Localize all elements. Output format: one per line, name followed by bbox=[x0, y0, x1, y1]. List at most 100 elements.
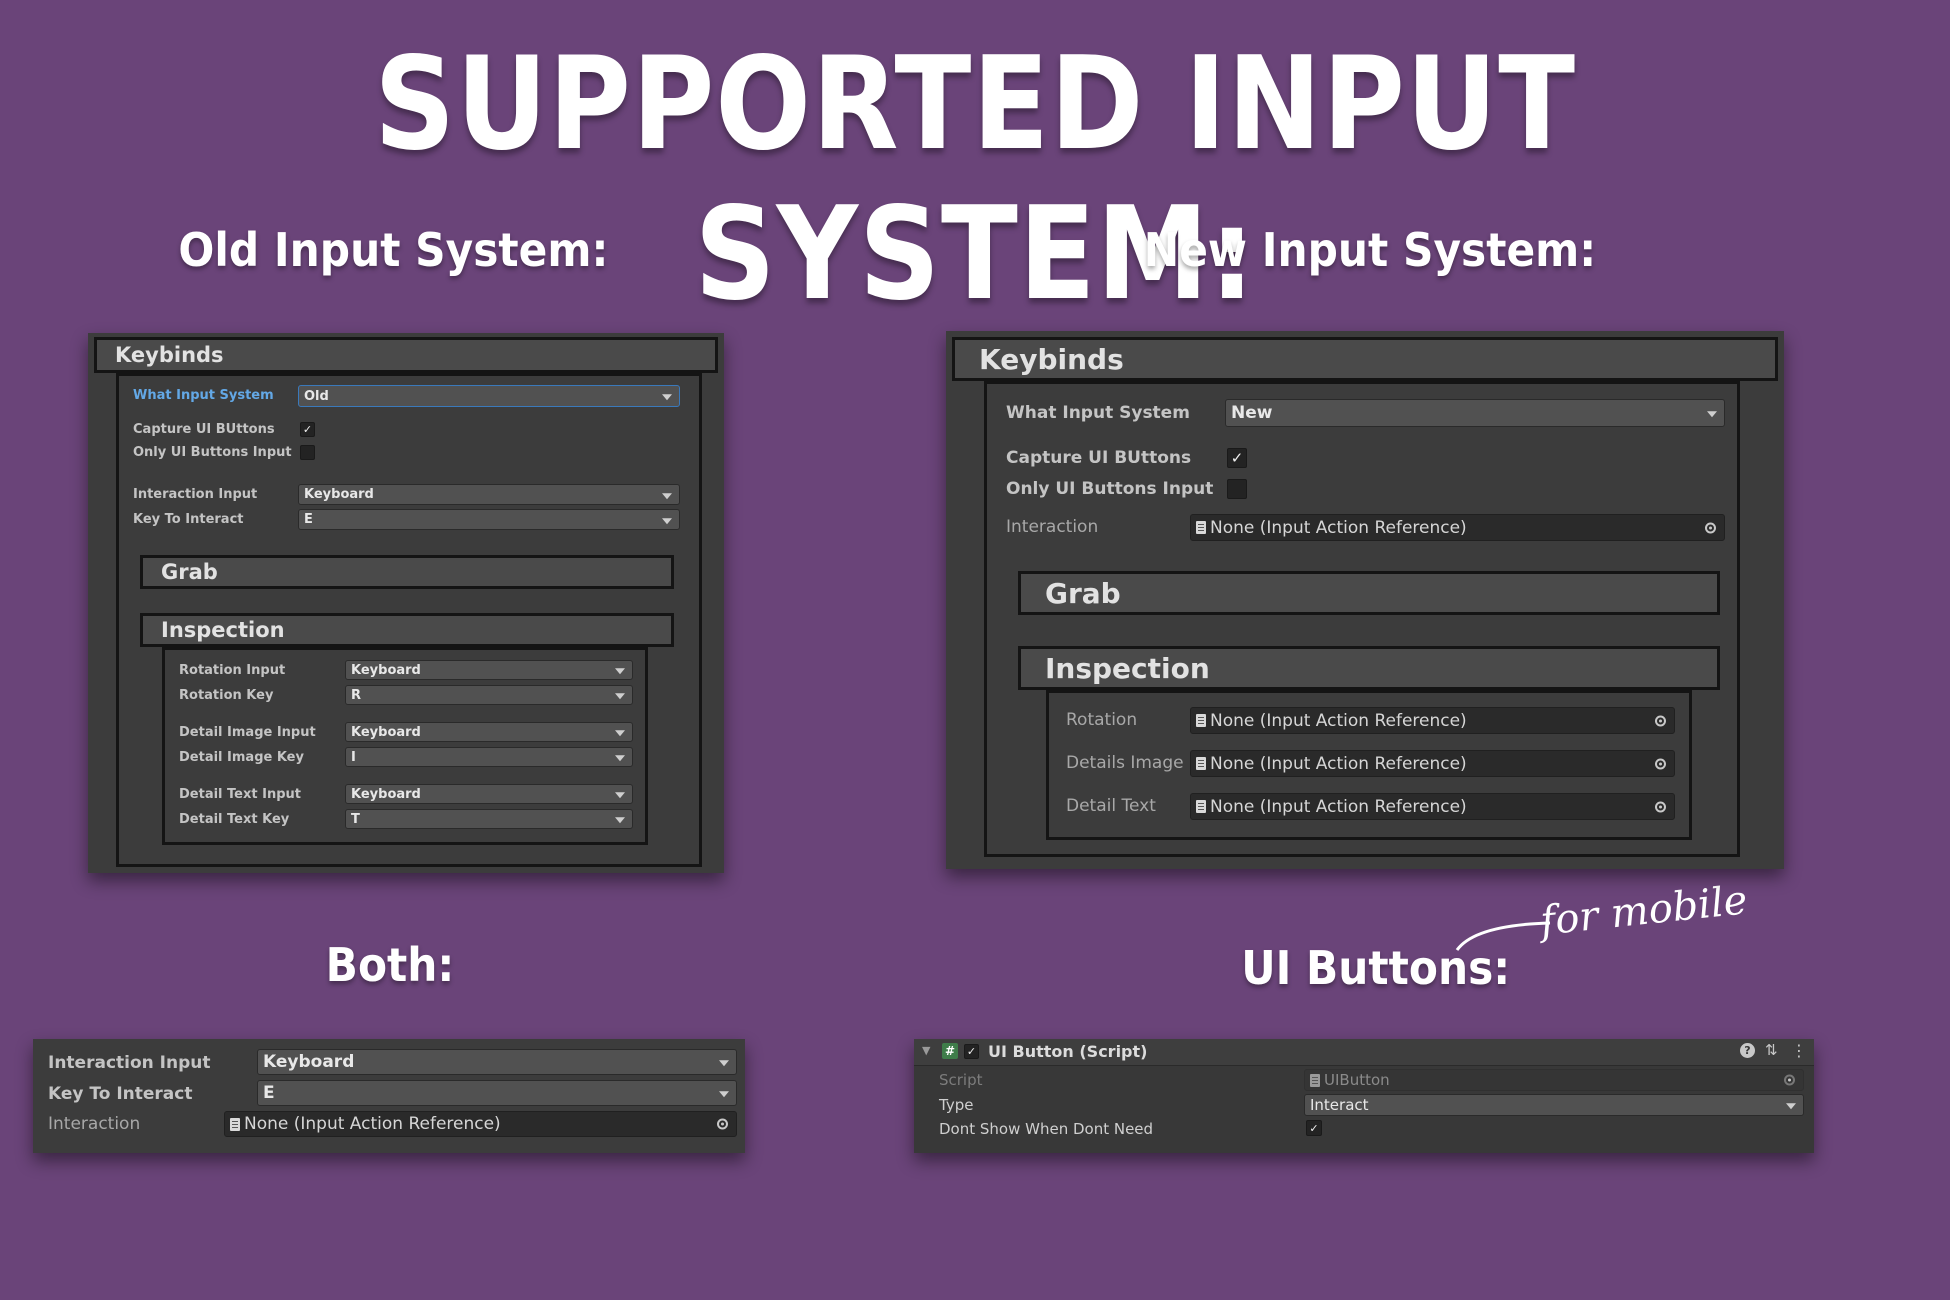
object-picker-icon[interactable] bbox=[1655, 801, 1666, 812]
chevron-down-icon bbox=[1786, 1103, 1796, 1110]
detail-text-key-dropdown[interactable]: T bbox=[345, 809, 633, 829]
interaction-value: None (Input Action Reference) bbox=[1210, 517, 1467, 538]
script-icon: # bbox=[942, 1043, 958, 1059]
grab-foldout[interactable]: Grab bbox=[140, 555, 674, 589]
what-input-dropdown[interactable]: Old bbox=[298, 385, 680, 407]
context-menu-icon[interactable]: ⋮ bbox=[1791, 1041, 1807, 1060]
script-value: UIButton bbox=[1324, 1071, 1390, 1089]
rotation-object-field[interactable]: None (Input Action Reference) bbox=[1190, 707, 1675, 734]
check-icon: ✓ bbox=[302, 423, 313, 436]
object-picker-icon[interactable] bbox=[1705, 522, 1716, 533]
rotation-key-value: R bbox=[351, 687, 362, 703]
object-picker-icon[interactable] bbox=[717, 1118, 728, 1130]
rotation-input-value: Keyboard bbox=[351, 662, 421, 678]
component-title: UI Button (Script) bbox=[988, 1042, 1148, 1061]
what-input-value: Old bbox=[304, 388, 329, 404]
detail-text-input-dropdown[interactable]: Keyboard bbox=[345, 784, 633, 804]
interaction-input-label: Interaction Input bbox=[133, 487, 258, 502]
input-action-asset-icon bbox=[1196, 757, 1206, 770]
capture-ui-label: Capture UI BUttons bbox=[133, 422, 275, 437]
old-input-panel: Keybinds What Input System Old Capture U… bbox=[88, 333, 724, 873]
dont-show-checkbox[interactable]: ✓ bbox=[1306, 1120, 1322, 1136]
details-image-object-field[interactable]: None (Input Action Reference) bbox=[1190, 750, 1675, 777]
details-image-value: None (Input Action Reference) bbox=[1210, 753, 1467, 774]
input-action-asset-icon bbox=[230, 1117, 240, 1131]
only-ui-checkbox[interactable] bbox=[300, 445, 315, 460]
new-input-heading: New Input System: bbox=[1143, 223, 1597, 277]
what-input-label: What Input System bbox=[133, 388, 274, 403]
detail-image-key-value: I bbox=[351, 749, 356, 765]
only-ui-checkbox[interactable] bbox=[1227, 479, 1247, 499]
what-input-value: New bbox=[1231, 403, 1273, 423]
capture-ui-label: Capture UI BUttons bbox=[1006, 448, 1192, 468]
interaction-object-field[interactable]: None (Input Action Reference) bbox=[224, 1111, 737, 1137]
new-input-panel: Keybinds What Input System New Capture U… bbox=[946, 331, 1784, 869]
detail-text-object-field[interactable]: None (Input Action Reference) bbox=[1190, 793, 1675, 820]
detail-image-key-label: Detail Image Key bbox=[179, 750, 304, 765]
detail-image-key-dropdown[interactable]: I bbox=[345, 747, 633, 767]
interaction-object-field[interactable]: None (Input Action Reference) bbox=[1190, 514, 1725, 541]
interaction-input-value: Keyboard bbox=[304, 487, 374, 502]
key-to-interact-label: Key To Interact bbox=[48, 1084, 193, 1104]
chevron-down-icon bbox=[615, 668, 625, 675]
chevron-down-icon bbox=[615, 730, 625, 737]
detail-text-label: Detail Text bbox=[1066, 796, 1156, 816]
chevron-down-icon bbox=[615, 693, 625, 700]
old-input-heading: Old Input System: bbox=[178, 223, 609, 277]
detail-text-input-value: Keyboard bbox=[351, 786, 421, 802]
key-to-interact-value: E bbox=[263, 1083, 275, 1103]
key-to-interact-dropdown[interactable]: E bbox=[298, 509, 680, 530]
chevron-down-icon bbox=[615, 817, 625, 824]
what-input-dropdown[interactable]: New bbox=[1225, 399, 1725, 427]
detail-text-key-value: T bbox=[351, 811, 360, 827]
object-picker-icon[interactable] bbox=[1655, 715, 1666, 726]
inspection-foldout[interactable]: Inspection bbox=[1018, 646, 1720, 690]
keybinds-foldout[interactable]: Keybinds bbox=[94, 337, 718, 373]
details-image-label: Details Image bbox=[1066, 753, 1184, 773]
rotation-key-dropdown[interactable]: R bbox=[345, 685, 633, 705]
input-action-asset-icon bbox=[1196, 800, 1206, 813]
interaction-input-value: Keyboard bbox=[263, 1052, 355, 1072]
keybinds-header: Keybinds bbox=[979, 342, 1124, 376]
detail-image-input-dropdown[interactable]: Keyboard bbox=[345, 722, 633, 742]
object-picker-icon[interactable] bbox=[1655, 758, 1666, 769]
inspection-foldout[interactable]: Inspection bbox=[140, 613, 674, 647]
grab-foldout[interactable]: Grab bbox=[1018, 571, 1720, 615]
input-action-asset-icon bbox=[1196, 714, 1206, 727]
capture-ui-checkbox[interactable]: ✓ bbox=[1227, 448, 1247, 468]
grab-header: Grab bbox=[161, 560, 218, 584]
presets-icon[interactable]: ⇅ bbox=[1765, 1041, 1778, 1059]
detail-image-input-value: Keyboard bbox=[351, 724, 421, 740]
both-panel: Interaction Input Keyboard Key To Intera… bbox=[33, 1039, 745, 1153]
what-input-label: What Input System bbox=[1006, 403, 1190, 423]
detail-text-key-label: Detail Text Key bbox=[179, 812, 290, 827]
enabled-checkbox[interactable]: ✓ bbox=[964, 1044, 979, 1059]
object-picker-icon bbox=[1784, 1074, 1795, 1086]
key-to-interact-value: E bbox=[304, 512, 313, 527]
rotation-value: None (Input Action Reference) bbox=[1210, 710, 1467, 731]
script-file-icon bbox=[1310, 1073, 1320, 1087]
keybinds-foldout[interactable]: Keybinds bbox=[952, 337, 1778, 381]
key-to-interact-dropdown[interactable]: E bbox=[257, 1080, 737, 1106]
both-heading: Both: bbox=[325, 938, 455, 992]
inspection-header: Inspection bbox=[161, 618, 285, 642]
type-dropdown[interactable]: Interact bbox=[1304, 1094, 1804, 1116]
interaction-input-dropdown[interactable]: Keyboard bbox=[257, 1049, 737, 1075]
detail-text-value: None (Input Action Reference) bbox=[1210, 796, 1467, 817]
dont-show-label: Dont Show When Dont Need bbox=[939, 1120, 1154, 1138]
component-header[interactable]: ▼ # ✓ UI Button (Script) ? ⇅ ⋮ bbox=[914, 1039, 1814, 1066]
interaction-input-label: Interaction Input bbox=[48, 1053, 211, 1073]
fold-arrow-icon[interactable]: ▼ bbox=[922, 1044, 930, 1057]
detail-text-input-label: Detail Text Input bbox=[179, 787, 301, 802]
rotation-input-dropdown[interactable]: Keyboard bbox=[345, 660, 633, 680]
help-icon[interactable]: ? bbox=[1740, 1043, 1755, 1058]
chevron-down-icon bbox=[662, 394, 672, 401]
chevron-down-icon bbox=[719, 1091, 729, 1098]
rotation-input-label: Rotation Input bbox=[179, 663, 286, 678]
interaction-input-dropdown[interactable]: Keyboard bbox=[298, 484, 680, 505]
only-ui-label: Only UI Buttons Input bbox=[1006, 479, 1214, 499]
capture-ui-checkbox[interactable]: ✓ bbox=[300, 422, 315, 437]
chevron-down-icon bbox=[662, 517, 672, 524]
check-icon: ✓ bbox=[1230, 449, 1244, 467]
grab-header: Grab bbox=[1045, 576, 1121, 610]
